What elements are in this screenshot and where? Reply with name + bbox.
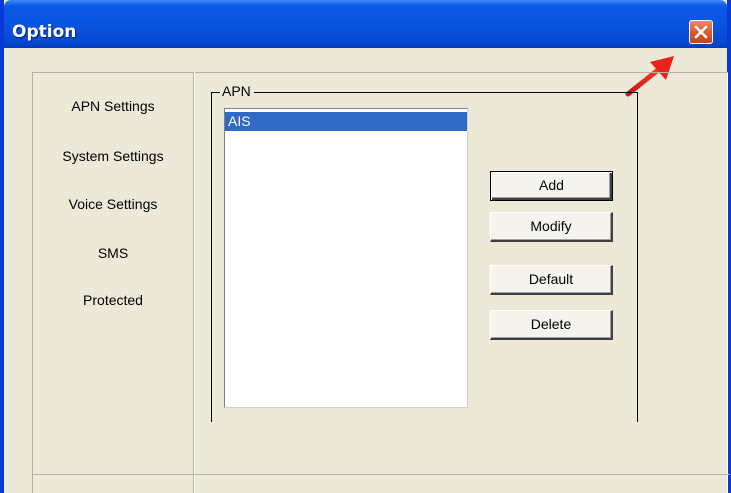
add-button[interactable]: Add — [490, 171, 613, 201]
sidebar-item-protected[interactable]: Protected — [34, 292, 192, 308]
title-bar[interactable]: Option — [4, 0, 727, 48]
window-title: Option — [12, 22, 77, 42]
sidebar-item-system-settings[interactable]: System Settings — [34, 148, 192, 164]
close-button[interactable] — [689, 20, 713, 44]
sidebar-item-apn-settings[interactable]: APN Settings — [34, 98, 192, 114]
modify-button[interactable]: Modify — [490, 212, 613, 242]
sidebar-divider — [193, 72, 195, 493]
sidebar-item-sms[interactable]: SMS — [34, 245, 192, 261]
apn-group-label: APN — [220, 83, 254, 99]
apn-listbox[interactable]: AIS — [224, 108, 468, 408]
close-icon — [694, 25, 708, 39]
list-item[interactable]: AIS — [225, 112, 467, 131]
panel-bottom-edge — [32, 474, 730, 475]
default-button[interactable]: Default — [490, 265, 613, 295]
sidebar-item-voice-settings[interactable]: Voice Settings — [34, 196, 192, 212]
delete-button[interactable]: Delete — [490, 310, 613, 340]
